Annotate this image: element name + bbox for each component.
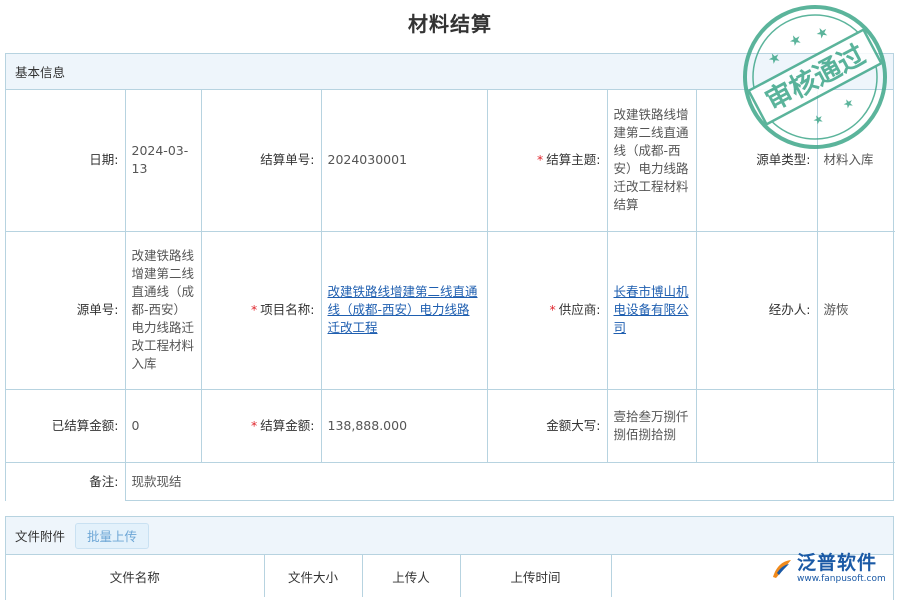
settled-amount-label: 已结算金额: [6,389,125,462]
settle-no-label: 结算单号: [201,90,321,231]
remark-value[interactable]: 现款现结 [125,462,895,501]
required-mark: * [550,302,556,317]
source-no-value[interactable]: 改建铁路线增建第二线直通线（成都-西安）电力线路迁改工程材料入库 [125,231,201,389]
date-label: 日期: [6,90,125,231]
settled-amount-value[interactable]: 0 [125,389,201,462]
column-header-file-name[interactable]: 文件名称 [6,555,264,597]
logo-url: www.fanpusoft.com [797,574,886,585]
settle-amount-value[interactable]: 138,888.000 [321,389,487,462]
handler-label: 经办人: [696,231,817,389]
settle-amount-label: 结算金额: [260,418,314,433]
logo-name: 泛普软件 [797,552,886,574]
column-header-uploader[interactable]: 上传人 [362,555,460,597]
required-mark: * [251,418,257,433]
svg-text:★: ★ [810,111,826,128]
file-table: 文件名称 文件大小 上传人 上传时间 [6,555,895,597]
column-header-file-size[interactable]: 文件大小 [264,555,362,597]
supplier-label-cell: *供应商: [487,231,607,389]
empty-cell [696,389,817,462]
svg-text:★: ★ [840,95,856,112]
project-name-label-cell: *项目名称: [201,231,321,389]
amount-upper-label: 金额大写: [487,389,607,462]
file-attachment-title: 文件附件 [15,526,65,545]
remark-label: 备注: [6,462,125,501]
project-name-label: 项目名称: [260,302,314,317]
file-attachment-header: 文件附件 批量上传 [6,517,893,555]
required-mark: * [537,152,543,167]
svg-text:★: ★ [786,31,805,51]
svg-text:★: ★ [813,23,832,43]
amount-upper-value[interactable]: 壹拾叁万捌仟捌佰捌拾捌 [607,389,696,462]
project-name-link[interactable]: 改建铁路线增建第二线直通线（成都-西安）电力线路迁改工程 [328,284,478,335]
basic-info-table: 日期: 2024-03-13 结算单号: 2024030001 *结算主题: 改… [6,90,895,501]
batch-upload-button[interactable]: 批量上传 [75,523,149,549]
info-row-2: 源单号: 改建铁路线增建第二线直通线（成都-西安）电力线路迁改工程材料入库 *项… [6,231,895,389]
handler-value[interactable]: 游恢 [817,231,895,389]
empty-cell [817,389,895,462]
svg-text:★: ★ [765,49,784,69]
info-row-4: 备注: 现款现结 [6,462,895,501]
date-value[interactable]: 2024-03-13 [125,90,201,231]
source-no-label: 源单号: [6,231,125,389]
settle-amount-label-cell: *结算金额: [201,389,321,462]
supplier-label: 供应商: [559,302,601,317]
supplier-cell: 长春市博山机电设备有限公司 [607,231,696,389]
file-table-header-row: 文件名称 文件大小 上传人 上传时间 [6,555,895,597]
column-header-upload-time[interactable]: 上传时间 [460,555,611,597]
fanpu-logo: 泛普软件 www.fanpusoft.com [770,552,886,585]
project-name-cell: 改建铁路线增建第二线直通线（成都-西安）电力线路迁改工程 [321,231,487,389]
supplier-link[interactable]: 长春市博山机电设备有限公司 [614,284,689,335]
logo-icon [770,557,794,581]
info-row-3: 已结算金额: 0 *结算金额: 138,888.000 金额大写: 壹拾叁万捌仟… [6,389,895,462]
subject-value[interactable]: 改建铁路线增建第二线直通线（成都-西安）电力线路迁改工程材料结算 [607,90,696,231]
subject-label: 结算主题: [546,152,600,167]
subject-label-cell: *结算主题: [487,90,607,231]
required-mark: * [251,302,257,317]
settle-no-value[interactable]: 2024030001 [321,90,487,231]
file-attachment-section: 文件附件 批量上传 文件名称 文件大小 上传人 上传时间 [5,516,894,600]
